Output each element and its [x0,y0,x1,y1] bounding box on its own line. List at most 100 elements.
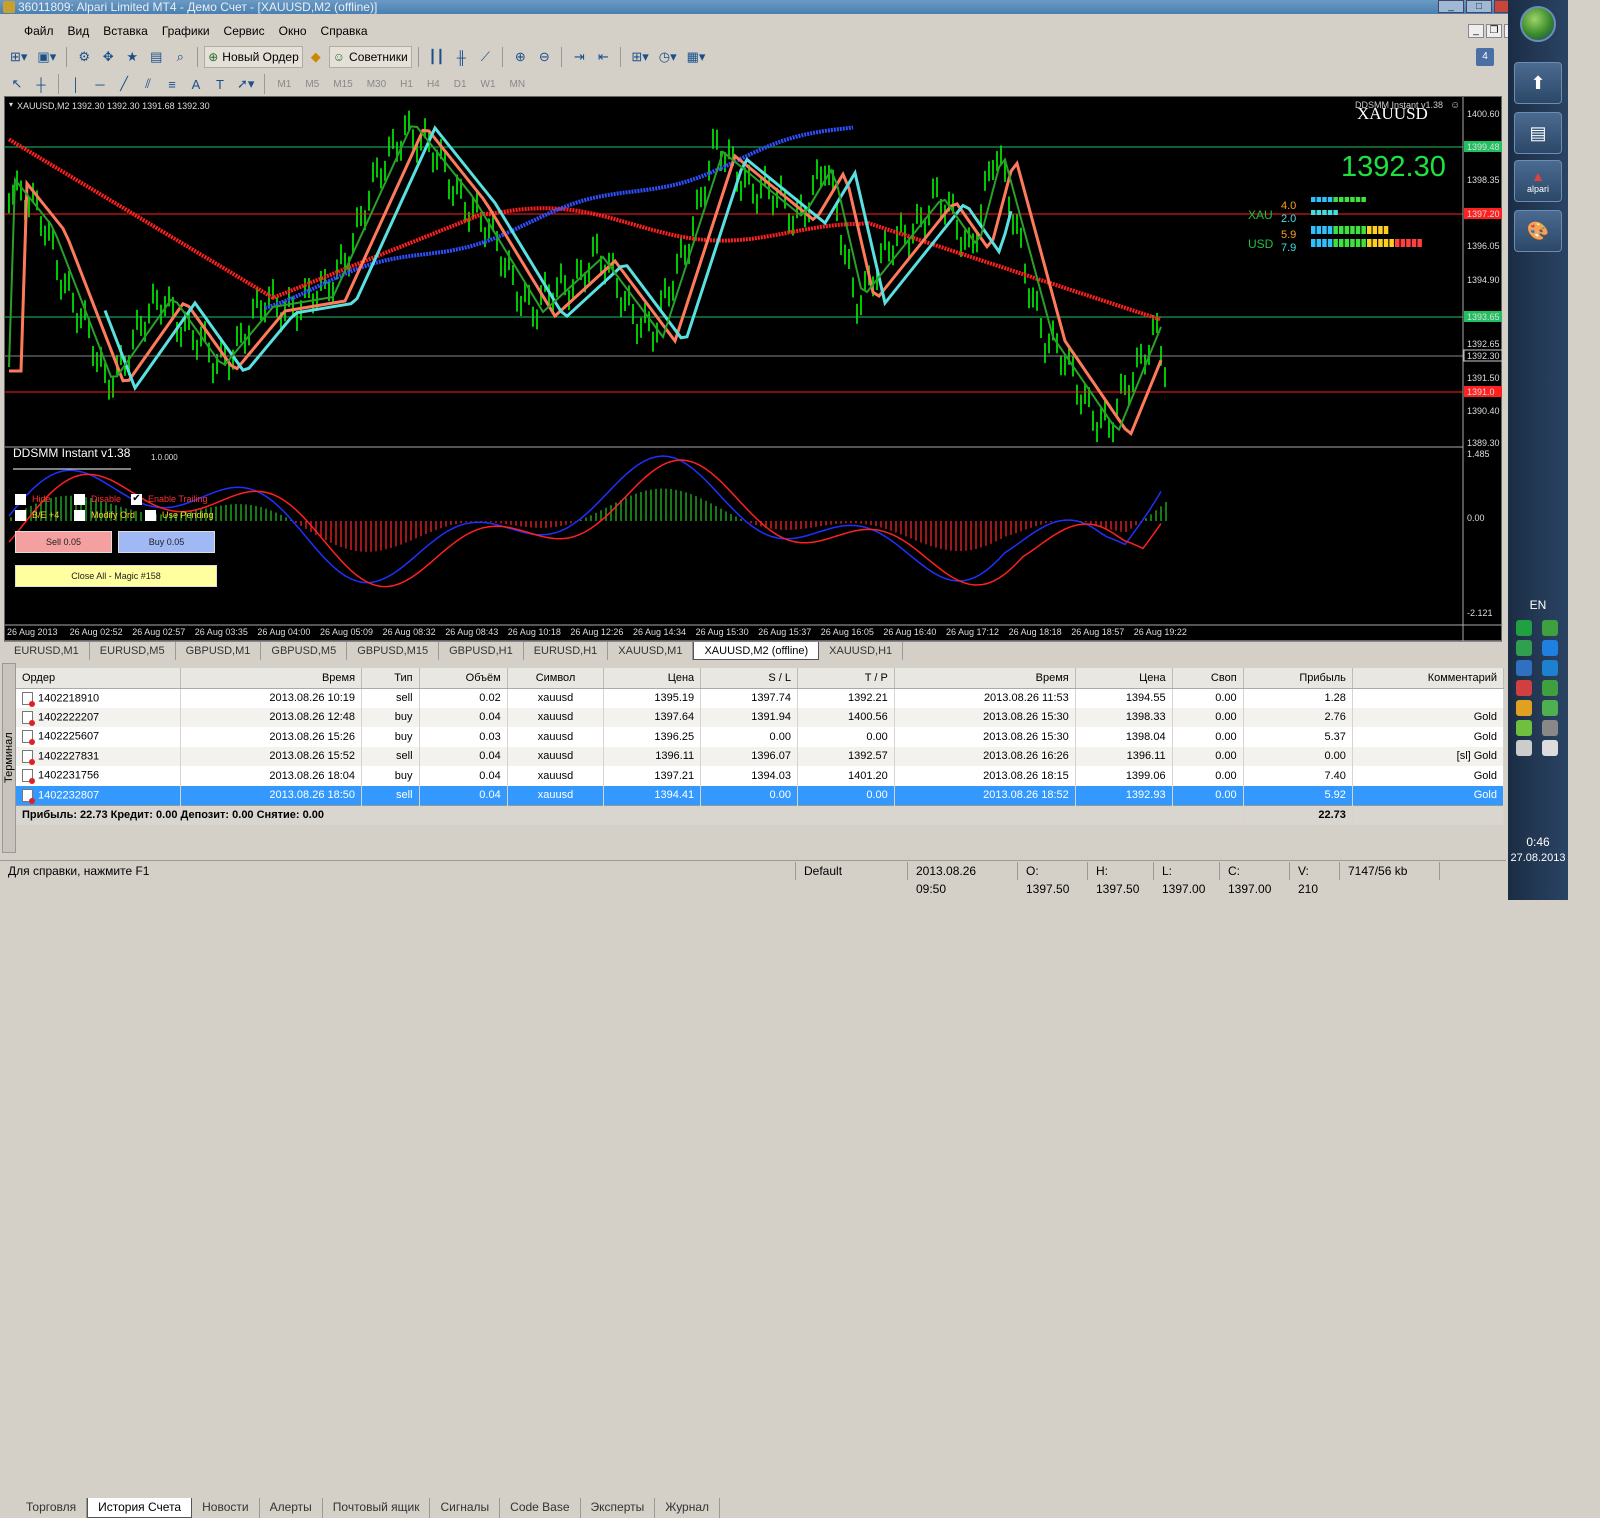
tray-check-icon[interactable] [1516,720,1532,736]
line-chart-icon[interactable]: ⟋ [474,46,496,68]
metaeditor-icon[interactable]: ◆ [305,46,327,68]
new-chart-icon[interactable]: ⊞▾ [6,46,31,68]
column-header[interactable]: Символ [507,668,605,689]
periods-icon[interactable]: ◷▾ [655,46,681,68]
autoscroll-icon[interactable]: ⇥ [568,46,590,68]
tray-power-icon[interactable] [1516,740,1532,756]
terminal-tab[interactable]: Журнал [655,1498,721,1518]
clock-date[interactable]: 27.08.2013 [1508,852,1568,864]
bar-chart-icon[interactable]: ┃┃ [425,46,449,68]
chart-tab[interactable]: EURUSD,H1 [524,642,609,660]
tester-icon[interactable]: ⌕ [169,46,191,68]
terminal-tab[interactable]: Торговля [16,1498,88,1518]
chart-tab[interactable]: GBPUSD,M1 [176,642,262,660]
tf-d1[interactable]: D1 [448,79,473,90]
alert-icon[interactable]: 4 [1476,48,1494,66]
mdi-restore-button[interactable]: ❐ [1486,24,1502,38]
taskbar-app-1-icon[interactable]: ⬆ [1514,62,1562,104]
terminal-tab[interactable]: Сигналы [430,1498,501,1518]
text-icon[interactable]: A [185,73,207,95]
tf-m30[interactable]: M30 [361,79,392,90]
use-pending-checkbox[interactable] [145,509,156,521]
tray-chrome-icon[interactable] [1516,700,1532,716]
taskbar-paint-icon[interactable]: 🎨 [1514,210,1562,252]
fibonacci-icon[interactable]: ≡ [161,73,183,95]
column-header[interactable]: Ордер [16,668,182,689]
column-header[interactable]: Тип [361,668,420,689]
chart-shift-icon[interactable]: ⇤ [592,46,614,68]
tray-nvidia-icon[interactable] [1542,700,1558,716]
column-header[interactable]: Время [180,668,363,689]
column-header[interactable]: Цена [603,668,702,689]
candle-chart-icon[interactable]: ╫ [450,46,472,68]
tf-m15[interactable]: M15 [327,79,358,90]
chart-tab[interactable]: EURUSD,M1 [4,642,90,660]
profiles-icon[interactable]: ▣▾ [33,46,60,68]
terminal-tab[interactable]: История Счета [87,1498,193,1518]
tf-m1[interactable]: M1 [271,79,297,90]
table-row[interactable]: 1402231756 2013.08.26 18:04 buy 0.04 xauusd 1… [16,766,1505,786]
data-window-icon[interactable]: ✥ [97,46,119,68]
tf-h1[interactable]: H1 [394,79,419,90]
table-row[interactable]: 1402227831 2013.08.26 15:52 sell 0.04 xauusd… [16,746,1505,766]
language-indicator[interactable]: EN [1508,598,1568,612]
terminal-tab[interactable]: Алерты [260,1498,323,1518]
terminal-icon[interactable]: ▤ [145,46,167,68]
tray-android-icon[interactable] [1516,640,1532,656]
column-header[interactable]: Своп [1172,668,1244,689]
column-header[interactable]: Объём [419,668,508,689]
chart-tab[interactable]: XAUUSD,M2 (offline) [693,642,820,660]
arrows-icon[interactable]: ➚▾ [233,73,258,95]
be-checkbox[interactable] [15,509,26,521]
tray-shield-icon[interactable] [1542,620,1558,636]
terminal-tab[interactable]: Эксперты [581,1498,656,1518]
tray-misc-icon[interactable] [1542,720,1558,736]
vertical-line-icon[interactable]: │ [65,73,87,95]
column-header[interactable]: T / P [797,668,895,689]
column-header[interactable]: Комментарий [1352,668,1505,689]
maximize-button[interactable]: □ [1466,0,1492,13]
hide-checkbox[interactable] [15,493,26,505]
templates-icon[interactable]: ▦▾ [683,46,710,68]
menu-view[interactable]: Вид [61,20,97,42]
zoom-out-icon[interactable]: ⊖ [533,46,555,68]
indicators-icon[interactable]: ⊞▾ [627,46,652,68]
minimize-button[interactable]: _ [1438,0,1464,13]
table-row[interactable]: 1402222207 2013.08.26 12:48 buy 0.04 xauusd 1… [16,707,1505,727]
modify-checkbox[interactable] [74,509,85,521]
sell-button[interactable]: Sell 0.05 [15,531,112,553]
tray-signal-icon[interactable] [1542,740,1558,756]
label-icon[interactable]: T [209,73,231,95]
market-watch-icon[interactable]: ⚙ [73,46,95,68]
tray-network-icon[interactable] [1516,620,1532,636]
table-row[interactable]: 1402225607 2013.08.26 15:26 buy 0.03 xauusd 1… [16,727,1505,747]
price-chart[interactable]: 1400.60 1399.48 1398.35 1397.20 1396.05 1394.… [5,97,1503,642]
zoom-in-icon[interactable]: ⊕ [509,46,531,68]
terminal-tab[interactable]: Почтовый ящик [323,1498,431,1518]
clock-time[interactable]: 0:46 [1508,835,1568,849]
mdi-minimize-button[interactable]: _ [1468,24,1484,38]
chart-tab[interactable]: GBPUSD,H1 [439,642,524,660]
tray-app-icon[interactable] [1542,680,1558,696]
chart-tab[interactable]: GBPUSD,M5 [261,642,348,660]
experts-button[interactable]: ☺ Советники [328,46,412,68]
navigator-icon[interactable]: ★ [121,46,143,68]
chart-tab[interactable]: XAUUSD,H1 [819,642,904,660]
trendline-icon[interactable]: ╱ [113,73,135,95]
chart-window[interactable]: 1400.60 1399.48 1398.35 1397.20 1396.05 1394.… [4,96,1503,642]
crosshair-icon[interactable]: ┼ [30,73,52,95]
cursor-icon[interactable]: ↖ [6,73,28,95]
terminal-tab[interactable]: Code Base [500,1498,581,1518]
menu-tools[interactable]: Сервис [217,20,272,42]
tray-bluetooth-icon[interactable] [1542,660,1558,676]
menu-file[interactable]: Файл [4,20,61,42]
taskbar-alpari-button[interactable]: ▲ alpari [1514,160,1562,202]
table-row[interactable]: 1402218910 2013.08.26 10:19 sell 0.02 xauusd… [16,688,1505,708]
new-order-button[interactable]: ⊕ Новый Ордер [204,46,303,68]
menu-window[interactable]: Окно [272,20,314,42]
menu-charts[interactable]: Графики [155,20,217,42]
column-header[interactable]: Время [894,668,1076,689]
menu-insert[interactable]: Вставка [96,20,155,42]
tf-m5[interactable]: M5 [299,79,325,90]
tray-volume-icon[interactable] [1516,680,1532,696]
